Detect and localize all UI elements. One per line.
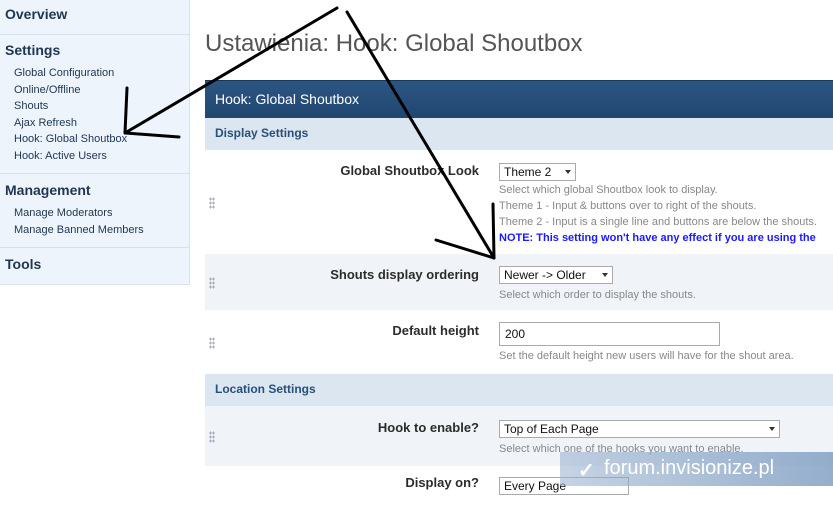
watermark: ✓ forum.invisionize.pl — [560, 452, 833, 486]
annotation-arrows — [123, 6, 496, 260]
check-logo-icon: ✓ — [578, 460, 595, 482]
arrow-to-ordering-line — [345, 10, 496, 260]
arrow-to-sidebar-line — [123, 6, 339, 135]
watermark-text: forum.invisionize.pl — [604, 457, 775, 479]
